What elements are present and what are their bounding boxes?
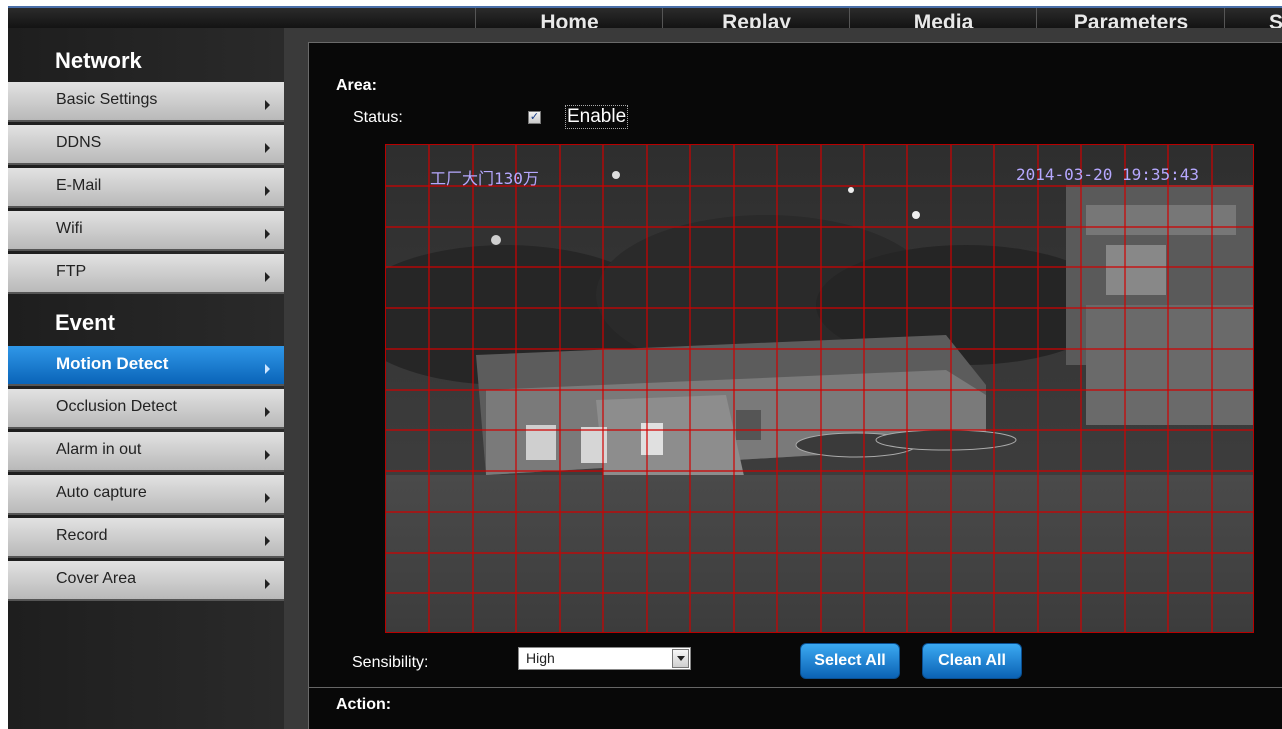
sidebar-item-alarm-in-out[interactable]: Alarm in out bbox=[8, 432, 284, 472]
sensibility-label: Sensibility: bbox=[352, 654, 429, 671]
tab-system[interactable]: S bbox=[1224, 8, 1282, 30]
sidebar-item-label: DDNS bbox=[56, 134, 102, 151]
event-heading: Event bbox=[55, 310, 115, 335]
sidebar-item-label: Alarm in out bbox=[56, 441, 142, 458]
enable-label[interactable]: Enable bbox=[565, 105, 629, 129]
camera-osd-name: 工厂大门130万 bbox=[430, 169, 539, 188]
chevron-right-icon bbox=[265, 186, 270, 196]
tab-parameters[interactable]: Parameters bbox=[1036, 8, 1225, 30]
chevron-right-icon bbox=[265, 493, 270, 503]
sidebar-item-label: Occlusion Detect bbox=[56, 398, 177, 415]
chevron-right-icon bbox=[265, 143, 270, 153]
tab-replay[interactable]: Replay bbox=[662, 8, 850, 30]
sidebar-item-wifi[interactable]: Wifi bbox=[8, 211, 284, 251]
chevron-right-icon bbox=[265, 272, 270, 282]
sidebar-item-motion-detect[interactable]: Motion Detect bbox=[8, 346, 284, 386]
sidebar-item-basic-settings[interactable]: Basic Settings bbox=[8, 82, 284, 122]
sidebar-item-label: E-Mail bbox=[56, 177, 102, 194]
sidebar-item-label: Basic Settings bbox=[56, 91, 158, 108]
tab-media[interactable]: Media bbox=[849, 8, 1037, 30]
top-nav: Home Replay Media Parameters S bbox=[8, 6, 1282, 30]
enable-checkbox[interactable]: ✓ bbox=[528, 111, 541, 124]
chevron-right-icon bbox=[265, 229, 270, 239]
app-frame: Home Replay Media Parameters S Network B… bbox=[8, 6, 1282, 729]
chevron-right-icon bbox=[265, 450, 270, 460]
sidebar-item-label: FTP bbox=[56, 263, 87, 280]
network-heading: Network bbox=[55, 48, 142, 73]
sensibility-value: High bbox=[526, 650, 555, 666]
section-divider bbox=[308, 687, 1282, 688]
chevron-right-icon bbox=[265, 407, 270, 417]
chevron-right-icon bbox=[265, 579, 270, 589]
clean-all-button[interactable]: Clean All bbox=[922, 643, 1022, 679]
sidebar-item-label: Wifi bbox=[56, 220, 83, 237]
sidebar-item-label: Motion Detect bbox=[56, 354, 169, 373]
sensibility-select[interactable]: High bbox=[518, 647, 691, 670]
tab-home[interactable]: Home bbox=[475, 8, 663, 30]
sidebar-item-record[interactable]: Record bbox=[8, 518, 284, 558]
sidebar-item-ddns[interactable]: DDNS bbox=[8, 125, 284, 165]
sidebar-item-auto-capture[interactable]: Auto capture bbox=[8, 475, 284, 515]
motion-area-grid[interactable]: 工厂大门130万 2014-03-20 19:35:43 bbox=[385, 144, 1254, 633]
sidebar-item-label: Auto capture bbox=[56, 484, 147, 501]
sidebar: Network Basic Settings DDNS E-Mail Wifi … bbox=[8, 28, 284, 729]
chevron-right-icon bbox=[265, 100, 270, 110]
area-heading: Area: bbox=[336, 77, 377, 94]
sidebar-item-label: Cover Area bbox=[56, 570, 137, 587]
camera-snapshot bbox=[386, 145, 1253, 632]
sidebar-item-occlusion-detect[interactable]: Occlusion Detect bbox=[8, 389, 284, 429]
status-label: Status: bbox=[353, 109, 403, 126]
chevron-right-icon bbox=[265, 536, 270, 546]
action-heading: Action: bbox=[336, 696, 392, 713]
select-all-button[interactable]: Select All bbox=[800, 643, 900, 679]
sidebar-item-email[interactable]: E-Mail bbox=[8, 168, 284, 208]
sidebar-item-cover-area[interactable]: Cover Area bbox=[8, 561, 284, 601]
camera-osd-time: 2014-03-20 19:35:43 bbox=[1016, 165, 1200, 184]
sidebar-item-label: Record bbox=[56, 527, 108, 544]
chevron-down-icon[interactable] bbox=[672, 649, 689, 668]
chevron-right-icon bbox=[265, 364, 270, 374]
sidebar-item-ftp[interactable]: FTP bbox=[8, 254, 284, 294]
